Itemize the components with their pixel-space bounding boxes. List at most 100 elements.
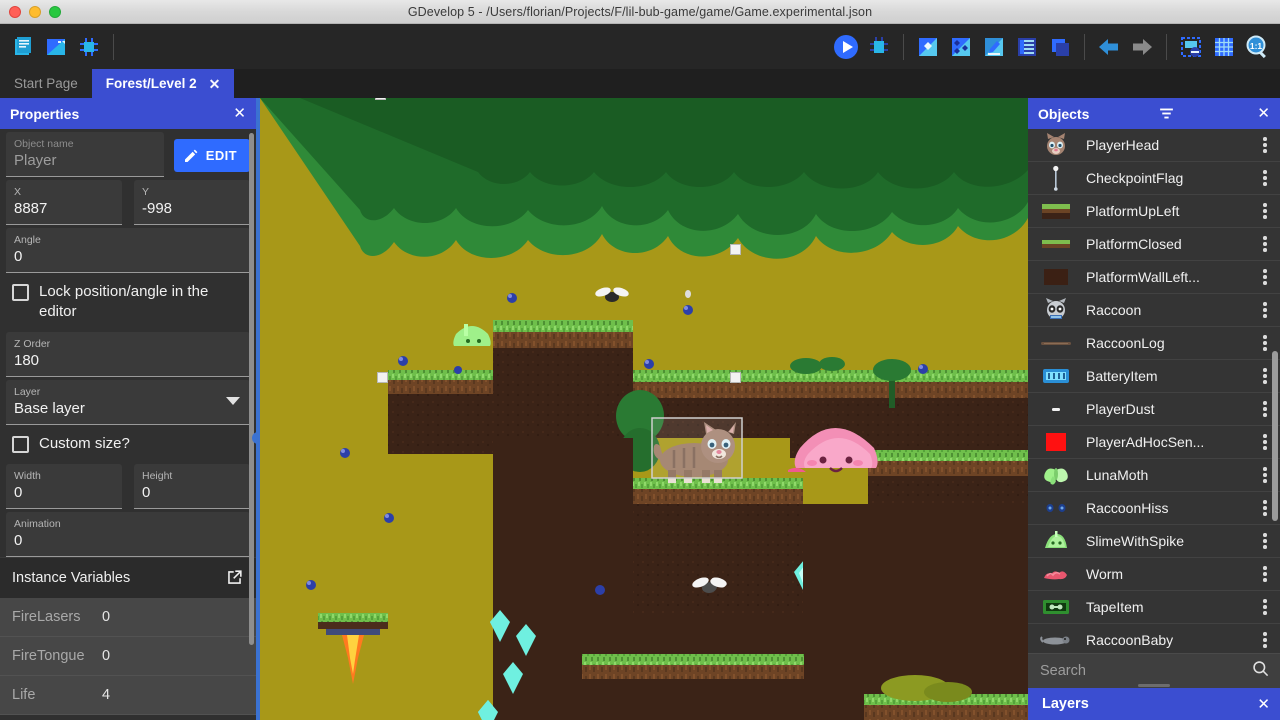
- animation-field[interactable]: Animation 0: [6, 512, 250, 557]
- list-item[interactable]: LunaMoth: [1028, 459, 1280, 492]
- list-item[interactable]: PlatformWallLeft...: [1028, 261, 1280, 294]
- list-item[interactable]: PlayerAdHocSen...: [1028, 426, 1280, 459]
- open-properties-editor-icon[interactable]: [979, 32, 1009, 62]
- preview-play-icon[interactable]: [831, 32, 861, 62]
- object-menu-icon[interactable]: [1256, 170, 1274, 186]
- list-item[interactable]: CheckpointFlag: [1028, 162, 1280, 195]
- layer-select[interactable]: Layer Base layer: [6, 380, 250, 425]
- variable-value: 0: [102, 648, 110, 664]
- lock-position-checkbox[interactable]: [12, 284, 29, 301]
- raccoon-hiss-thumb: [1032, 494, 1080, 522]
- properties-panel-header: Properties ✕: [0, 98, 256, 129]
- chevron-down-icon[interactable]: [226, 397, 240, 405]
- toolbar-separator: [1166, 34, 1167, 60]
- lock-position-checkbox-row[interactable]: Lock position/angle in the editor: [0, 273, 256, 329]
- object-menu-icon[interactable]: [1256, 566, 1274, 582]
- resize-handle-right[interactable]: [730, 244, 741, 255]
- list-item[interactable]: RaccoonBaby: [1028, 624, 1280, 653]
- z-order-field[interactable]: Z Order 180: [6, 332, 250, 377]
- instance-variables-list: FireLasers 0 FireTongue 0 Life 4: [0, 598, 256, 715]
- open-layers-editor-icon[interactable]: [1045, 32, 1075, 62]
- open-scene-editor-icon[interactable]: [913, 32, 943, 62]
- object-menu-icon[interactable]: [1256, 632, 1274, 648]
- tab-start-page[interactable]: Start Page: [0, 69, 92, 98]
- undo-icon[interactable]: [1094, 32, 1124, 62]
- object-name-field[interactable]: Object name Player: [6, 132, 164, 177]
- object-menu-icon[interactable]: [1256, 302, 1274, 318]
- list-item[interactable]: Life 4: [0, 676, 256, 715]
- close-window-button[interactable]: [9, 6, 21, 18]
- close-icon[interactable]: ✕: [1257, 106, 1270, 121]
- open-in-new-icon[interactable]: [225, 568, 244, 587]
- object-name: PlatformClosed: [1080, 236, 1256, 252]
- animation-value: 0: [14, 531, 242, 551]
- height-field[interactable]: Height 0: [134, 464, 250, 509]
- close-icon[interactable]: ✕: [1257, 695, 1270, 713]
- list-item[interactable]: RaccoonLog: [1028, 327, 1280, 360]
- custom-size-checkbox[interactable]: [12, 436, 29, 453]
- height-label: Height: [142, 469, 242, 483]
- toggle-instances-list-icon[interactable]: [1176, 32, 1206, 62]
- list-item[interactable]: FireLasers 0: [0, 598, 256, 637]
- close-icon[interactable]: ✕: [233, 106, 246, 121]
- object-menu-icon[interactable]: [1256, 137, 1274, 153]
- width-field[interactable]: Width 0: [6, 464, 122, 509]
- list-item[interactable]: SlimeWithSpike: [1028, 525, 1280, 558]
- objects-list[interactable]: PlayerHead CheckpointFlag PlatformUpLeft: [1028, 129, 1280, 653]
- toggle-grid-icon[interactable]: [1209, 32, 1239, 62]
- resize-handle-bottom-right[interactable]: [730, 372, 741, 383]
- object-menu-icon[interactable]: [1256, 335, 1274, 351]
- search-icon[interactable]: [1251, 659, 1270, 683]
- search-input[interactable]: [1040, 663, 1251, 679]
- debug-preview-icon[interactable]: [864, 32, 894, 62]
- close-icon[interactable]: ✕: [209, 77, 221, 91]
- open-project-manager-icon[interactable]: [8, 32, 38, 62]
- list-item[interactable]: PlatformUpLeft: [1028, 195, 1280, 228]
- maximize-window-button[interactable]: [49, 6, 61, 18]
- objects-search-bar[interactable]: [1028, 653, 1280, 688]
- object-menu-icon[interactable]: [1256, 269, 1274, 285]
- minimize-window-button[interactable]: [29, 6, 41, 18]
- list-item[interactable]: BatteryItem: [1028, 360, 1280, 393]
- object-menu-icon[interactable]: [1256, 203, 1274, 219]
- height-value: 0: [142, 483, 242, 503]
- resize-handle-bottom-left[interactable]: [377, 372, 388, 383]
- list-item[interactable]: TapeItem: [1028, 591, 1280, 624]
- open-debugger-icon[interactable]: [74, 32, 104, 62]
- object-menu-icon[interactable]: [1256, 236, 1274, 252]
- list-item[interactable]: RaccoonHiss: [1028, 492, 1280, 525]
- tab-forest-level-2[interactable]: Forest/Level 2 ✕: [92, 69, 235, 98]
- toolbar-separator: [903, 34, 904, 60]
- list-item[interactable]: PlayerDust: [1028, 393, 1280, 426]
- panel-resize-grabber[interactable]: [1138, 684, 1170, 687]
- list-item[interactable]: Raccoon: [1028, 294, 1280, 327]
- zoom-reset-icon[interactable]: 1:1: [1242, 32, 1272, 62]
- y-field[interactable]: Y -998: [134, 180, 250, 225]
- list-item[interactable]: PlatformClosed: [1028, 228, 1280, 261]
- angle-field[interactable]: Angle 0: [6, 228, 250, 273]
- custom-size-checkbox-row[interactable]: Custom size?: [0, 425, 256, 461]
- objects-scrollbar[interactable]: [1272, 351, 1278, 521]
- list-item[interactable]: Worm: [1028, 558, 1280, 591]
- open-objects-editor-icon[interactable]: [946, 32, 976, 62]
- x-field[interactable]: X 8887: [6, 180, 122, 225]
- properties-scrollbar[interactable]: [249, 133, 254, 645]
- edit-object-button[interactable]: EDIT: [174, 139, 250, 172]
- object-menu-icon[interactable]: [1256, 533, 1274, 549]
- tab-label: Forest/Level 2: [106, 76, 197, 91]
- object-name: RaccoonBaby: [1080, 632, 1256, 648]
- filter-icon[interactable]: [1158, 105, 1175, 122]
- list-item[interactable]: FireTongue 0: [0, 637, 256, 676]
- resize-handle-top[interactable]: [375, 98, 386, 100]
- list-item[interactable]: PlayerHead: [1028, 129, 1280, 162]
- checkpoint-flag-thumb: [1032, 164, 1080, 192]
- lock-position-label: Lock position/angle in the editor: [39, 282, 246, 322]
- object-name: Worm: [1080, 566, 1256, 582]
- properties-body: Object name Player EDIT X 8887 Y -998: [0, 129, 256, 720]
- redo-icon[interactable]: [1127, 32, 1157, 62]
- scene-canvas[interactable]: [260, 98, 1028, 720]
- open-scene-icon[interactable]: [41, 32, 71, 62]
- tab-label: Start Page: [14, 76, 78, 91]
- open-events-editor-icon[interactable]: [1012, 32, 1042, 62]
- object-menu-icon[interactable]: [1256, 599, 1274, 615]
